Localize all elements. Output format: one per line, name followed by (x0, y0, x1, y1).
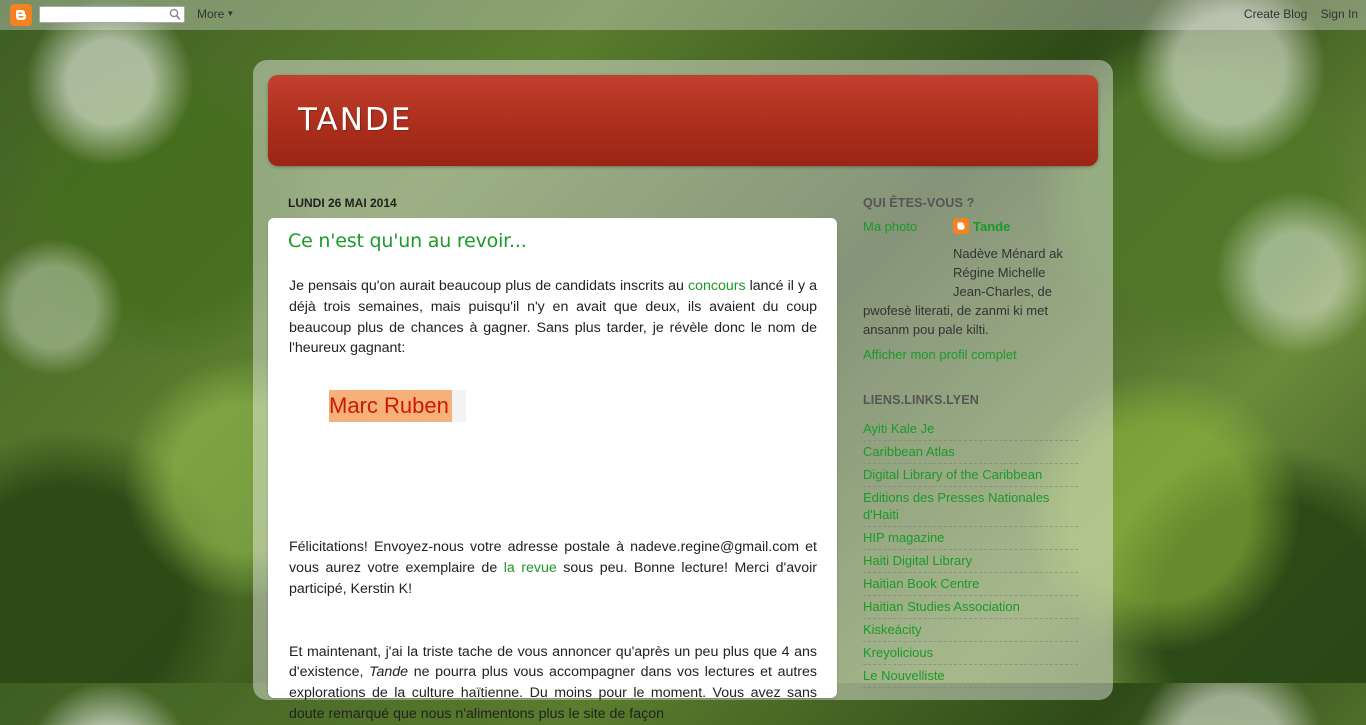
link-haitian-book-centre[interactable]: Haitian Book Centre (863, 576, 979, 591)
chevron-down-icon: ▼ (226, 9, 235, 18)
about-line: Jean-Charles, de (953, 284, 1052, 299)
link-kreyolicious[interactable]: Kreyolicious (863, 645, 933, 660)
post-text: Je pensais qu'on aurait beaucoup plus de… (289, 278, 688, 294)
post-date-header: LUNDI 26 MAI 2014 (288, 196, 397, 210)
sidebar: QUI ÊTES-VOUS ? Ma photo Tande Nadève Mé… (863, 196, 1078, 688)
profile-photo-link[interactable]: Ma photo (863, 219, 917, 234)
link-le-nouvelliste[interactable]: Le Nouvelliste (863, 668, 945, 683)
search-icon[interactable] (169, 8, 181, 24)
link-caribbean-atlas[interactable]: Caribbean Atlas (863, 444, 955, 459)
post-title[interactable]: Ce n'est qu'un au revoir... (288, 230, 527, 252)
winner-block: Marc Ruben (289, 390, 817, 461)
full-profile-link[interactable]: Afficher mon profil complet (863, 347, 1017, 362)
link-item: Haitian Studies Association (863, 596, 1078, 619)
blog-search-box (39, 6, 185, 24)
link-haiti-digital-library[interactable]: Haiti Digital Library (863, 553, 972, 568)
post-paragraph: Félicitations! Envoyez-nous votre adress… (289, 537, 817, 599)
link-hip-magazine[interactable]: HIP magazine (863, 530, 944, 545)
profile-name-row: Tande (953, 218, 1010, 234)
create-blog-link[interactable]: Create Blog (1244, 7, 1307, 21)
profile-heading: QUI ÊTES-VOUS ? (863, 196, 975, 210)
link-item: HIP magazine (863, 527, 1078, 550)
post-paragraph: Je pensais qu'on aurait beaucoup plus de… (289, 276, 817, 359)
blogger-navbar: More ▼ Create Blog Sign In (0, 0, 1366, 30)
link-item: Caribbean Atlas (863, 441, 1078, 464)
profile-name-link[interactable]: Tande (973, 219, 1010, 234)
navbar-actions: Create Blog Sign In (1234, 7, 1358, 21)
link-kiskeacity[interactable]: Kiskeácity (863, 622, 922, 637)
blog-title[interactable]: Tande (298, 90, 412, 141)
sign-in-link[interactable]: Sign In (1321, 7, 1358, 21)
winner-name: Marc Ruben (329, 390, 452, 423)
link-item: Editions des Presses Nationales d'Haiti (863, 487, 1078, 527)
link-item: Haiti Digital Library (863, 550, 1078, 573)
post-body: Je pensais qu'on aurait beaucoup plus de… (289, 276, 817, 725)
search-input[interactable] (43, 8, 167, 24)
la-revue-link[interactable]: la revue (504, 560, 557, 576)
link-item: Ayiti Kale Je (863, 418, 1078, 441)
profile-about: Nadève Ménard ak Régine Michelle Jean-Ch… (863, 244, 1078, 339)
more-label: More (197, 7, 225, 21)
link-haitian-studies-association[interactable]: Haitian Studies Association (863, 599, 1020, 614)
link-digital-library-caribbean[interactable]: Digital Library of the Caribbean (863, 467, 1042, 482)
concours-link[interactable]: concours (688, 278, 746, 294)
blogger-profile-icon (953, 218, 969, 234)
more-menu-button[interactable]: More ▼ (197, 7, 234, 21)
link-editions-presses-nationales[interactable]: Editions des Presses Nationales d'Haiti (863, 490, 1049, 522)
link-item: Digital Library of the Caribbean (863, 464, 1078, 487)
blogger-logo-icon[interactable] (10, 4, 32, 26)
about-text: pwofesè literati, de zanmi ki met ansanm… (863, 303, 1048, 337)
links-list: Ayiti Kale Je Caribbean Atlas Digital Li… (863, 418, 1078, 688)
profile-widget: QUI ÊTES-VOUS ? Ma photo Tande Nadève Mé… (863, 196, 1078, 362)
post-paragraph: Et maintenant, j'ai la triste tache de v… (289, 642, 817, 725)
link-item: Kiskeácity (863, 619, 1078, 642)
link-ayiti-kale-je[interactable]: Ayiti Kale Je (863, 421, 934, 436)
link-item: Kreyolicious (863, 642, 1078, 665)
about-line: Nadève Ménard ak (953, 246, 1063, 261)
about-line: Régine Michelle (953, 265, 1046, 280)
post-emphasis: Tande (369, 664, 409, 681)
link-item: Haitian Book Centre (863, 573, 1078, 596)
links-heading: LIENS.LINKS.LYEN (863, 393, 979, 407)
blog-post: Ce n'est qu'un au revoir... Je pensais q… (268, 218, 837, 722)
link-item: Le Nouvelliste (863, 665, 1078, 688)
